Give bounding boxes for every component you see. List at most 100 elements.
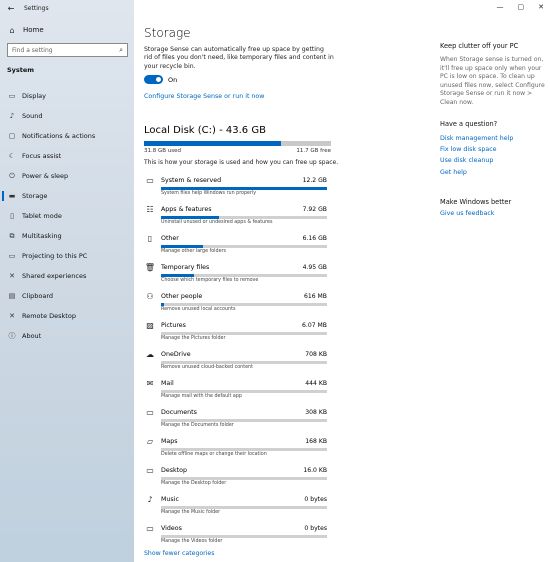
- disk-used-label: 31.8 GB used: [144, 148, 182, 154]
- trash-icon: 🗑: [144, 263, 156, 272]
- sidebar: ← Settings ⌂ Home Find a setting ⌕ Syste…: [0, 0, 134, 562]
- storage-category-row[interactable]: ☷ Apps & features 7.92 GB Uninstall unused …: [144, 203, 331, 232]
- display-icon: ▭: [8, 92, 16, 100]
- sidebar-item-remote-desktop[interactable]: ✕ Remote Desktop: [0, 306, 134, 326]
- window-title: Settings: [24, 4, 49, 12]
- get-help-link[interactable]: Get help: [440, 169, 467, 176]
- category-name: Documents: [161, 409, 197, 416]
- maximize-icon[interactable]: ▢: [518, 3, 525, 11]
- category-description: Manage the Videos folder: [161, 539, 223, 544]
- sidebar-item-focus-assist[interactable]: ☾ Focus assist: [0, 146, 134, 166]
- storage-category-row[interactable]: ▨ Pictures 6.07 MB Manage the Pictures fold…: [144, 319, 331, 348]
- sidebar-item-sound[interactable]: ♪ Sound: [0, 106, 134, 126]
- storage-category-row[interactable]: ▭ System & reserved 12.2 GB System files he…: [144, 174, 331, 203]
- category-usage-bar: [161, 216, 327, 219]
- storage-category-row[interactable]: ✉ Mail 444 KB Manage mail with the default …: [144, 377, 331, 406]
- sound-icon: ♪: [9, 112, 15, 120]
- search-placeholder: Find a setting: [12, 46, 53, 54]
- tablet-icon: ▯: [10, 212, 14, 220]
- storage-category-row[interactable]: ▱ Maps 168 KB Delete offline maps or change…: [144, 435, 331, 464]
- category-description: Choose which temporary files to remove: [161, 278, 259, 283]
- map-icon: ▱: [146, 437, 154, 446]
- category-usage-fill: [161, 245, 203, 248]
- sidebar-item-display[interactable]: ▭ Display: [0, 86, 134, 106]
- category-usage-bar: [161, 361, 327, 364]
- window-controls: — ▢ ✕: [497, 3, 545, 11]
- document-icon: ▯: [147, 234, 153, 243]
- minimize-icon[interactable]: —: [497, 3, 504, 11]
- category-usage-fill: [161, 274, 195, 277]
- disk-management-help-link[interactable]: Disk management help: [440, 135, 513, 142]
- sidebar-item-power-sleep[interactable]: ⏻ Power & sleep: [0, 166, 134, 186]
- category-size: 6.16 GB: [302, 235, 327, 242]
- category-usage-bar: [161, 274, 327, 277]
- category-description: System files help Windows run properly: [161, 191, 257, 196]
- sidebar-item-about[interactable]: ⓘ About: [0, 326, 134, 346]
- nav-home[interactable]: ⌂ Home: [0, 23, 134, 37]
- close-icon[interactable]: ✕: [538, 3, 544, 11]
- info-icon: ⓘ: [8, 332, 16, 340]
- sidebar-item-storage[interactable]: ▬ Storage: [0, 186, 134, 206]
- category-size: 0 bytes: [304, 525, 327, 532]
- sidebar-item-multitasking[interactable]: ⧉ Multitasking: [0, 226, 134, 246]
- back-arrow-icon[interactable]: ←: [4, 4, 18, 13]
- category-usage-fill: [161, 187, 327, 190]
- clutter-heading: Keep clutter off your PC: [440, 42, 519, 50]
- sidebar-item-tablet-mode[interactable]: ▯ Tablet mode: [0, 206, 134, 226]
- storage-category-row[interactable]: ☁ OneDrive 708 KB Remove unused cloud-backe…: [144, 348, 331, 377]
- category-usage-bar: [161, 477, 327, 480]
- shared-icon: ✕: [9, 272, 15, 280]
- sidebar-item-label: Clipboard: [22, 292, 54, 300]
- storage-category-row[interactable]: ⚇ Other people 616 MB Remove unused local a…: [144, 290, 331, 319]
- category-description: Delete offline maps or change their loca…: [161, 452, 267, 457]
- cloud-icon: ☁: [146, 350, 154, 359]
- search-input[interactable]: Find a setting ⌕: [7, 43, 128, 57]
- disk-title: Local Disk (C:) - 43.6 GB: [144, 125, 266, 136]
- category-size: 308 KB: [305, 409, 327, 416]
- question-heading: Have a question?: [440, 120, 498, 128]
- fix-low-disk-space-link[interactable]: Fix low disk space: [440, 146, 497, 153]
- use-disk-cleanup-link[interactable]: Use disk cleanup: [440, 157, 493, 164]
- sidebar-item-shared-experiences[interactable]: ✕ Shared experiences: [0, 266, 134, 286]
- sidebar-item-label: Tablet mode: [22, 212, 62, 220]
- category-size: 168 KB: [305, 438, 327, 445]
- storage-sense-description: Storage Sense can automatically free up …: [144, 46, 334, 70]
- storage-category-row[interactable]: 🗑 Temporary files 4.95 GB Choose which temp…: [144, 261, 331, 290]
- configure-storage-sense-link[interactable]: Configure Storage Sense or run it now: [144, 93, 264, 100]
- storage-category-row[interactable]: ▯ Other 6.16 GB Manage other large folders: [144, 232, 331, 261]
- disk-free-label: 11.7 GB free: [296, 148, 331, 154]
- sidebar-item-clipboard[interactable]: ▤ Clipboard: [0, 286, 134, 306]
- title-bar: ← Settings: [0, 0, 134, 16]
- storage-category-row[interactable]: ▭ Videos 0 bytes Manage the Videos folder: [144, 522, 331, 551]
- main-content: — ▢ ✕ Storage Storage Sense can automati…: [134, 0, 550, 562]
- sidebar-item-notifications-actions[interactable]: ▢ Notifications & actions: [0, 126, 134, 146]
- sidebar-item-label: Multitasking: [22, 232, 62, 240]
- category-usage-bar: [161, 535, 327, 538]
- storage-category-row[interactable]: ▭ Desktop 16.0 KB Manage the Desktop folder: [144, 464, 331, 493]
- sidebar-item-label: Display: [22, 92, 46, 100]
- storage-sense-toggle[interactable]: [144, 75, 163, 84]
- home-icon: ⌂: [9, 25, 15, 35]
- people-icon: ⚇: [146, 292, 154, 301]
- show-fewer-categories-link[interactable]: Show fewer categories: [144, 550, 214, 557]
- music-icon: ♪: [147, 495, 153, 504]
- category-usage-bar: [161, 245, 327, 248]
- sidebar-item-label: Storage: [22, 192, 48, 200]
- moon-icon: ☾: [8, 152, 16, 160]
- storage-category-row[interactable]: ▭ Documents 308 KB Manage the Documents fol…: [144, 406, 331, 435]
- category-usage-bar: [161, 187, 327, 190]
- clipboard-icon: ▤: [8, 292, 16, 300]
- category-name: Videos: [161, 525, 182, 532]
- storage-category-row[interactable]: ♪ Music 0 bytes Manage the Music folder: [144, 493, 331, 522]
- category-description: Manage other large folders: [161, 249, 226, 254]
- disk-usage-fill: [144, 141, 281, 146]
- category-usage-bar: [161, 303, 327, 306]
- projecting-icon: ▭: [8, 252, 16, 260]
- sidebar-item-label: Power & sleep: [22, 172, 69, 180]
- category-description: Manage the Desktop folder: [161, 481, 227, 486]
- category-usage-bar: [161, 419, 327, 422]
- notifications-icon: ▢: [8, 132, 16, 140]
- category-name: Mail: [161, 380, 174, 387]
- sidebar-item-projecting-to-this-pc[interactable]: ▭ Projecting to this PC: [0, 246, 134, 266]
- give-feedback-link[interactable]: Give us feedback: [440, 210, 494, 217]
